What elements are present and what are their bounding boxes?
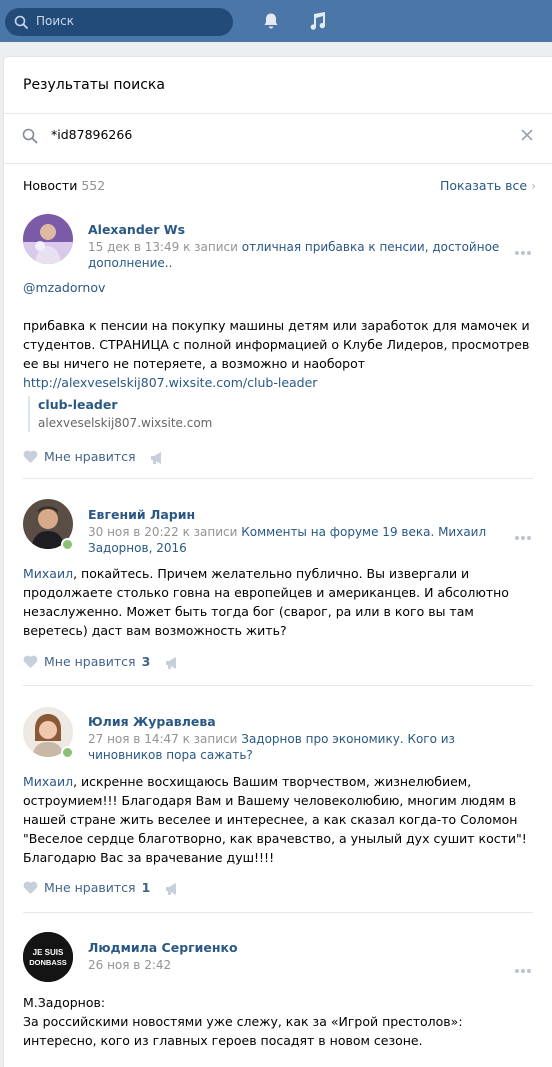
page-title: Результаты поиска bbox=[23, 77, 165, 93]
share-icon[interactable] bbox=[165, 882, 181, 896]
chevron-right-icon: › bbox=[531, 178, 537, 193]
divider bbox=[23, 478, 533, 479]
post-author[interactable]: Юлия Журавлева bbox=[88, 714, 216, 729]
divider bbox=[4, 113, 552, 114]
like-count: 3 bbox=[141, 654, 151, 669]
post-body: , покайтесь. Причем желательно публично.… bbox=[23, 566, 509, 638]
post-meta: 27 ноя в 14:47 к записи Задорнов про эко… bbox=[88, 731, 520, 763]
section-header: Новости 552 bbox=[23, 178, 105, 193]
mention-name[interactable]: Михаил bbox=[23, 774, 73, 789]
post-body-line: М.Задорнов: bbox=[23, 995, 106, 1010]
show-all-label: Показать все bbox=[440, 178, 528, 193]
mention-link[interactable]: @mzadornov bbox=[23, 278, 533, 297]
post-body: , искренне восхищаюсь Вашим творчеством,… bbox=[23, 774, 527, 865]
more-icon[interactable] bbox=[515, 962, 535, 973]
bell-icon[interactable] bbox=[262, 12, 280, 30]
heart-icon bbox=[23, 655, 38, 668]
like-label: Мне нравится bbox=[44, 880, 136, 895]
post-date[interactable]: 26 ноя в 2:42 bbox=[88, 958, 171, 972]
share-icon[interactable] bbox=[150, 451, 166, 465]
search-results-card: Результаты поиска *id87896266 Новости 552… bbox=[4, 57, 552, 1067]
post-meta: 30 ноя в 20:22 к записи Комменты на фору… bbox=[88, 524, 520, 556]
meta-prefix: к записи bbox=[178, 732, 242, 746]
meta-prefix: к записи bbox=[178, 525, 242, 539]
search-icon bbox=[14, 15, 28, 29]
global-search-input[interactable]: Поиск bbox=[5, 8, 233, 36]
post-text: М.Задорнов: За российскими новостями уже… bbox=[23, 993, 533, 1050]
attachment-url: alexveselskij807.wixsite.com bbox=[38, 416, 213, 430]
post-date[interactable]: 27 ноя в 14:47 bbox=[88, 732, 179, 746]
divider bbox=[23, 912, 533, 913]
heart-icon bbox=[23, 881, 38, 894]
divider bbox=[23, 685, 533, 686]
search-query-input[interactable]: *id87896266 bbox=[51, 127, 132, 142]
post-link[interactable]: http://alexveselskij807.wixsite.com/club… bbox=[23, 373, 533, 392]
online-indicator bbox=[61, 746, 74, 759]
avatar-text: DONBASS bbox=[29, 958, 67, 967]
attachment-title: club-leader bbox=[38, 397, 118, 412]
search-icon bbox=[22, 128, 38, 144]
post-text: Михаил, покайтесь. Причем желательно пуб… bbox=[23, 564, 533, 640]
more-icon[interactable] bbox=[515, 244, 535, 255]
avatar[interactable] bbox=[23, 214, 73, 264]
meta-prefix: к записи bbox=[179, 240, 242, 254]
online-indicator bbox=[61, 538, 74, 551]
post-meta: 26 ноя в 2:42 bbox=[88, 957, 520, 973]
post-author[interactable]: Людмила Сергиенко bbox=[88, 940, 238, 955]
like-count: 1 bbox=[141, 880, 151, 895]
post-text: @mzadornov прибавка к пенсии на покупку … bbox=[23, 278, 533, 392]
music-icon[interactable] bbox=[308, 11, 326, 31]
post-date[interactable]: 30 ноя в 20:22 bbox=[88, 525, 179, 539]
close-icon[interactable] bbox=[521, 129, 533, 141]
post-meta: 15 дек в 13:49 к записи отличная прибавк… bbox=[88, 239, 520, 271]
post-author[interactable]: Евгений Ларин bbox=[88, 507, 195, 522]
avatar-image bbox=[23, 214, 73, 264]
heart-icon bbox=[23, 450, 38, 463]
avatar[interactable]: JE SUIS DONBASS bbox=[23, 932, 73, 982]
top-bar: Поиск bbox=[0, 0, 552, 42]
post-date[interactable]: 15 дек в 13:49 bbox=[88, 240, 179, 254]
like-label: Мне нравится bbox=[44, 449, 136, 464]
divider bbox=[4, 163, 552, 164]
like-button[interactable]: Мне нравится bbox=[23, 449, 136, 464]
mention-name[interactable]: Михаил bbox=[23, 566, 73, 581]
search-placeholder: Поиск bbox=[36, 14, 75, 28]
like-button[interactable]: Мне нравится 3 bbox=[23, 654, 150, 669]
post-text: Михаил, искренне восхищаюсь Вашим творче… bbox=[23, 772, 533, 867]
link-attachment[interactable]: club-leader alexveselskij807.wixsite.com bbox=[28, 396, 212, 432]
avatar-text: JE SUIS bbox=[33, 948, 64, 957]
post-body: За российскими новостями уже слежу, как … bbox=[23, 1014, 463, 1048]
share-icon[interactable] bbox=[165, 656, 181, 670]
post-body: прибавка к пенсии на покупку машины детя… bbox=[23, 318, 530, 371]
show-all-link[interactable]: Показать все › bbox=[440, 178, 536, 193]
more-icon[interactable] bbox=[515, 529, 535, 540]
post-author[interactable]: Alexander Ws bbox=[88, 222, 185, 237]
avatar-image: JE SUIS DONBASS bbox=[23, 932, 73, 982]
section-title: Новости bbox=[23, 178, 78, 193]
like-button[interactable]: Мне нравится 1 bbox=[23, 880, 150, 895]
like-label: Мне нравится bbox=[44, 654, 136, 669]
section-count: 552 bbox=[81, 178, 106, 193]
